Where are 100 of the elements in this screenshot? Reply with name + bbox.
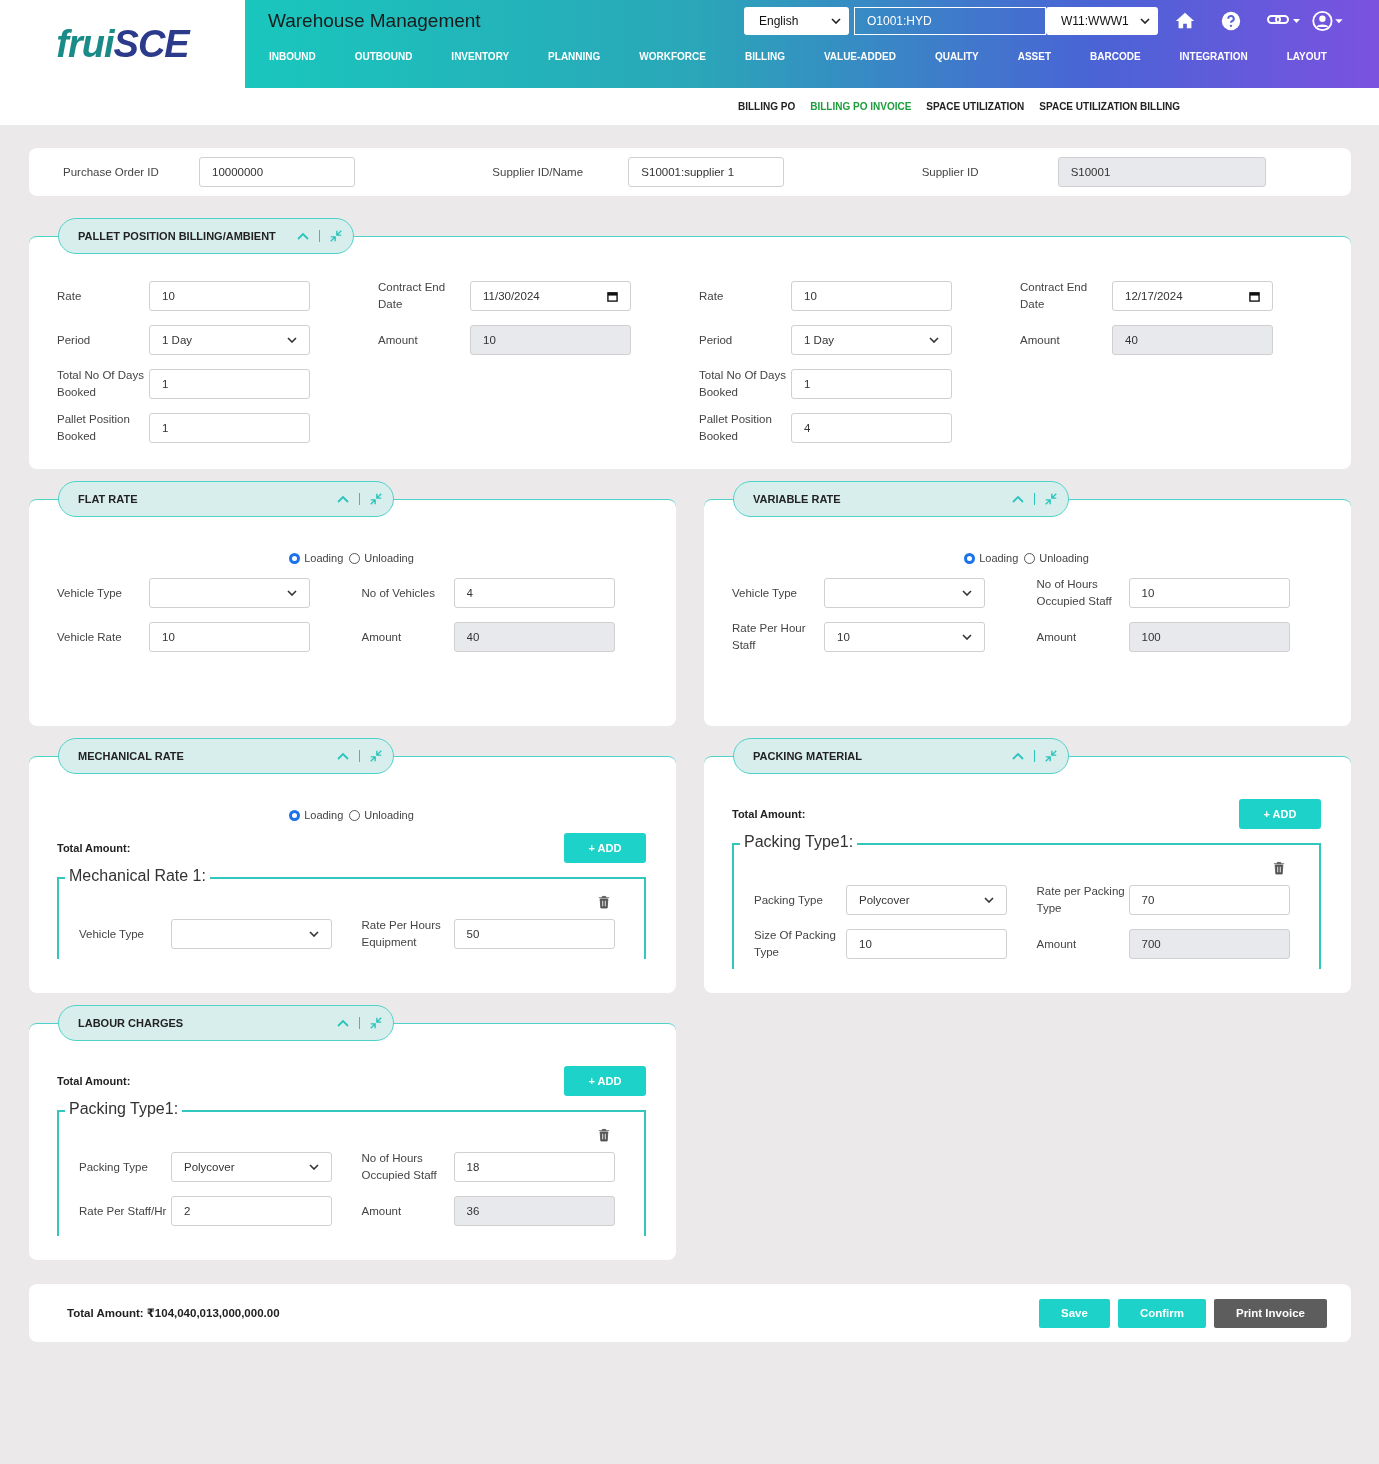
radio-option[interactable]: Loading <box>289 552 344 564</box>
radio-option[interactable]: Loading <box>964 552 1019 564</box>
field-label: Rate per Packing Type <box>1036 884 1126 916</box>
delete-icon[interactable] <box>1273 861 1285 875</box>
select-field[interactable]: Polycover <box>171 1152 332 1182</box>
chevron-down-icon <box>1140 18 1150 24</box>
calendar-icon <box>1249 290 1260 302</box>
radio-option[interactable]: Loading <box>289 809 344 821</box>
input-field[interactable]: S10001 <box>1057 157 1266 187</box>
input-field[interactable]: 4 <box>453 578 615 608</box>
collapse-icon[interactable] <box>1044 492 1058 506</box>
input-field[interactable]: 100 <box>1128 622 1290 652</box>
field-label: Amount <box>361 629 403 645</box>
delete-icon[interactable] <box>598 895 610 909</box>
logo: fruiSCE <box>55 21 192 67</box>
field-label: Size Of Packing Type <box>754 928 837 960</box>
input-field[interactable]: 40 <box>1112 325 1273 355</box>
subnav-tab[interactable]: SPACE UTILIZATION BILLING <box>1039 101 1181 112</box>
collapse-icon[interactable] <box>369 749 383 763</box>
select-field[interactable] <box>149 578 310 608</box>
select-field[interactable]: Polycover <box>846 885 1007 915</box>
chevron-down-icon <box>309 1164 319 1170</box>
input-field[interactable]: 10 <box>791 281 952 311</box>
delete-icon[interactable] <box>598 1128 610 1142</box>
field-label: No of Vehicles <box>361 585 436 601</box>
field-label: Vehicle Type <box>57 585 123 601</box>
panel-title: LABOUR CHARGES <box>78 1017 184 1029</box>
field-label: Contract End Date <box>378 280 447 312</box>
field-label: Pallet Position Booked <box>699 412 773 444</box>
panel-title: FLAT RATE <box>78 493 138 505</box>
nav-tab[interactable]: ASSET <box>1017 51 1052 62</box>
input-field[interactable]: 10000000 <box>199 157 355 187</box>
action-button[interactable]: Print Invoice <box>1213 1298 1327 1328</box>
date-field[interactable]: 11/30/2024 <box>470 281 631 311</box>
input-field[interactable]: 2 <box>171 1196 332 1226</box>
user-menu-icon[interactable] <box>1310 10 1344 32</box>
input-field[interactable]: 1 <box>149 413 310 443</box>
radio-option[interactable]: Unloading <box>349 809 414 821</box>
input-field[interactable]: 10 <box>846 929 1007 959</box>
input-field[interactable]: 10 <box>470 325 631 355</box>
input-field[interactable]: 10 <box>1128 578 1290 608</box>
subnav-tab[interactable]: BILLING PO <box>738 101 796 112</box>
select-field[interactable]: 1 Day <box>791 325 952 355</box>
input-field[interactable]: 36 <box>453 1196 615 1226</box>
select-value: 1 Day <box>804 334 835 346</box>
select-value: 10 <box>837 631 850 643</box>
nav-tab[interactable]: INTEGRATION <box>1179 51 1248 62</box>
field-label: Amount <box>361 1203 403 1219</box>
nav-tab[interactable]: VALUE-ADDED <box>823 51 896 62</box>
input-field[interactable]: 18 <box>453 1152 615 1182</box>
field-label: Rate <box>699 288 725 304</box>
input-field[interactable]: 700 <box>1128 929 1290 959</box>
chevron-down-icon <box>929 337 939 343</box>
field-label: Pallet Position Booked <box>57 412 131 444</box>
collapse-icon[interactable] <box>369 492 383 506</box>
panel-title: PACKING MATERIAL <box>753 750 862 762</box>
field-label: Rate Per Hours Equipment <box>361 918 442 950</box>
input-field[interactable]: 1 <box>791 369 952 399</box>
language-select[interactable]: English <box>744 7 849 35</box>
select-field[interactable]: 10 <box>824 622 985 652</box>
collapse-icon[interactable] <box>328 229 343 243</box>
select-field[interactable] <box>824 578 985 608</box>
field-label: Purchase Order ID <box>63 164 160 180</box>
select-field[interactable]: 1 Day <box>149 325 310 355</box>
select-value: 1 Day <box>162 334 193 346</box>
field-label: Total No Of Days Booked <box>699 368 787 400</box>
nav-tab[interactable]: BARCODE <box>1090 51 1141 62</box>
field-label: Supplier ID/Name <box>492 164 585 180</box>
input-field[interactable]: 4 <box>791 413 952 443</box>
input-field[interactable]: 50 <box>453 919 615 949</box>
collapse-icon[interactable] <box>1044 749 1058 763</box>
radio-option[interactable]: Unloading <box>1024 552 1089 564</box>
date-field[interactable]: 12/17/2024 <box>1112 281 1273 311</box>
field-label: No of Hours Occupied Staff <box>1036 577 1113 609</box>
total-amount-label: Total Amount: <box>57 842 131 854</box>
chevron-down-icon <box>962 634 972 640</box>
chevron-down-icon <box>309 931 319 937</box>
subnav-tab[interactable]: SPACE UTILIZATION <box>926 101 1025 112</box>
collapse-icon[interactable] <box>369 1016 383 1030</box>
chevron-down-icon <box>831 18 841 24</box>
chevron-down-icon <box>287 590 297 596</box>
select-field[interactable] <box>171 919 332 949</box>
input-field[interactable]: 70 <box>1128 885 1290 915</box>
field-label: Packing Type <box>754 892 824 908</box>
input-field[interactable]: 1 <box>149 369 310 399</box>
nav-tab[interactable]: LAYOUT <box>1286 51 1327 62</box>
input-field[interactable]: S10001:supplier 1 <box>628 157 785 187</box>
panel-title: MECHANICAL RATE <box>78 750 184 762</box>
input-field[interactable]: 40 <box>453 622 615 652</box>
chevron-down-icon <box>287 337 297 343</box>
field-label: Contract End Date <box>1020 280 1089 312</box>
input-field[interactable]: 10 <box>149 622 310 652</box>
help-icon[interactable] <box>1220 10 1242 32</box>
field-label: Supplier ID <box>921 164 980 180</box>
radio-option[interactable]: Unloading <box>349 552 414 564</box>
nav-tab[interactable]: QUALITY <box>934 51 979 62</box>
field-label: Rate <box>57 288 83 304</box>
input-field[interactable]: 10 <box>149 281 310 311</box>
organization-field[interactable]: O1001:HYD <box>854 7 1046 35</box>
warehouse-select[interactable]: W11:WWW1 <box>1046 7 1158 35</box>
